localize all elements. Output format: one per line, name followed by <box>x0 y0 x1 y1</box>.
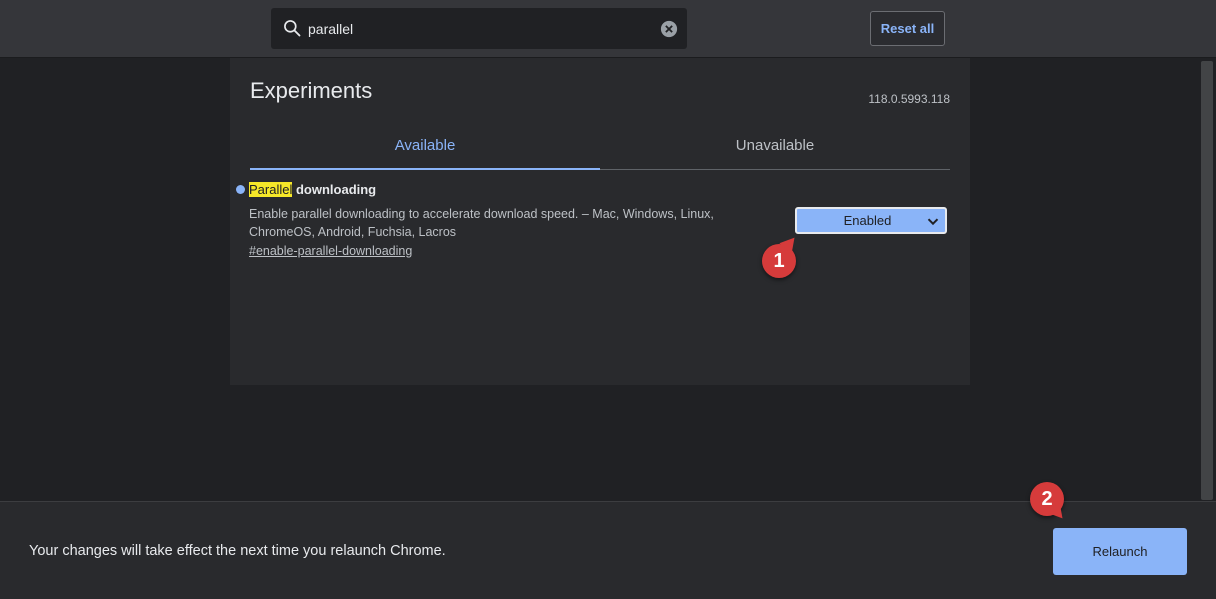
clear-search-icon[interactable] <box>660 20 678 38</box>
version-label: 118.0.5993.118 <box>868 92 950 106</box>
relaunch-button[interactable]: Relaunch <box>1053 528 1187 575</box>
relaunch-message: Your changes will take effect the next t… <box>29 543 446 559</box>
search-box[interactable] <box>271 8 687 49</box>
experiment-name: Parallel downloading <box>249 182 376 197</box>
top-toolbar: Reset all <box>0 0 1216 58</box>
step-marker-1: 1 <box>762 244 796 278</box>
search-input[interactable] <box>308 8 648 49</box>
experiment-description: Enable parallel downloading to accelerat… <box>249 207 714 239</box>
search-icon <box>284 20 301 37</box>
modified-indicator-dot <box>236 185 245 194</box>
tab-available[interactable]: Available <box>250 130 600 170</box>
reset-all-button[interactable]: Reset all <box>870 11 945 46</box>
tab-bar: Available Unavailable <box>250 130 950 170</box>
page-title: Experiments <box>250 78 373 103</box>
chevron-down-icon <box>927 217 939 225</box>
experiments-panel: Experiments 118.0.5993.118 Available Una… <box>230 58 970 385</box>
relaunch-bar: Your changes will take effect the next t… <box>0 501 1216 599</box>
step-marker-2-label: 2 <box>1041 487 1053 510</box>
step-marker-2: 2 <box>1030 482 1064 516</box>
select-value: Enabled <box>843 213 892 228</box>
search-highlight: Parallel <box>249 182 293 197</box>
experiment-state-select[interactable]: Enabled <box>795 207 947 234</box>
tab-unavailable[interactable]: Unavailable <box>600 130 950 169</box>
experiment-permalink[interactable]: #enable-parallel-downloading <box>249 244 412 258</box>
scrollbar-thumb[interactable] <box>1201 61 1213 500</box>
experiment-name-rest: downloading <box>292 182 377 197</box>
step-marker-1-label: 1 <box>773 249 785 272</box>
